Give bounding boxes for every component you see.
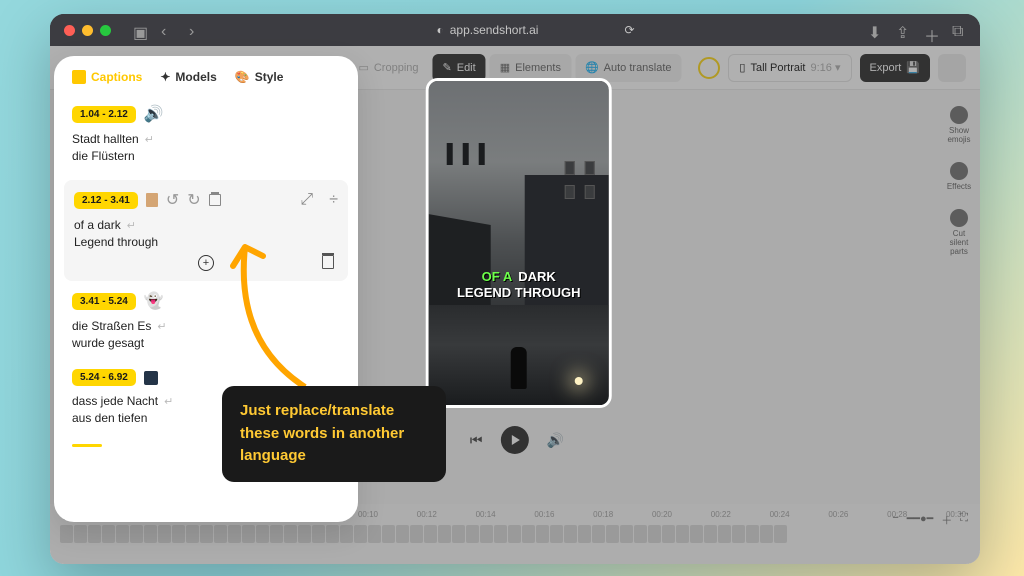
reload-icon[interactable]: ⟳ [624, 23, 634, 37]
window-controls [64, 25, 111, 36]
enter-icon: ↵ [164, 395, 173, 408]
accent-bar [72, 444, 102, 447]
zoom-in-icon[interactable]: ＋ [941, 512, 952, 528]
enter-icon: ↵ [127, 219, 136, 232]
shield-icon: ◐ [436, 23, 443, 37]
volume-icon[interactable]: 🔊 [546, 432, 563, 449]
emoji-icon: 👻 [144, 291, 164, 311]
nav-back-icon[interactable]: ‹ [161, 23, 175, 37]
thumb-icon [144, 371, 158, 385]
caption-overlay: OF ADARK LEGEND THROUGH [429, 269, 609, 300]
tab-models[interactable]: ✦Models [160, 70, 216, 84]
zoom-slider[interactable]: ━━●━ [907, 512, 934, 528]
enter-icon: ↵ [157, 320, 166, 333]
maximize-window[interactable] [100, 25, 111, 36]
tab-captions[interactable]: Captions [72, 70, 142, 84]
app-root: ‹ Back ▭Cropping ✎Edit ▦Elements 🌐Auto t… [50, 46, 980, 564]
new-tab-icon[interactable]: ＋ [924, 23, 938, 37]
play-button[interactable] [500, 426, 528, 454]
fit-icon[interactable]: ⛶ [960, 512, 968, 528]
caption-block[interactable]: 1.04 - 2.12 🔊 Stadt hallten↵ die Flüstern [54, 98, 358, 176]
download-icon[interactable]: ⬇ [868, 23, 882, 37]
url-text: app.sendshort.ai [450, 23, 539, 37]
prev-icon[interactable]: ⏮ [470, 432, 483, 449]
delete-block-icon[interactable] [322, 255, 334, 269]
browser-window: ▣ ‹ › ◐ app.sendshort.ai ⟳ ⬇ ⇪ ＋ ⧉ ‹ Bac… [50, 14, 980, 564]
zoom-out-icon[interactable]: − [892, 512, 898, 528]
timestamp-pill: 1.04 - 2.12 [72, 106, 136, 123]
add-caption-button[interactable]: + [198, 255, 214, 271]
enter-icon: ↵ [145, 133, 154, 146]
effects-tool[interactable]: Effects [946, 162, 972, 191]
preview-scene: OF ADARK LEGEND THROUGH [429, 81, 609, 405]
clipboard-icon[interactable] [146, 193, 158, 207]
caption-line[interactable]: wurde gesagt [72, 336, 340, 350]
side-tools: Show emojis Effects Cut silent parts [946, 106, 972, 256]
caption-line[interactable]: die Straßen Es↵ [72, 319, 340, 333]
caption-line[interactable]: die Flüstern [72, 149, 340, 163]
tab-style[interactable]: 🎨Style [235, 70, 284, 84]
timestamp-pill: 3.41 - 5.24 [72, 293, 136, 310]
caption-line[interactable]: of a dark↵ [74, 218, 338, 232]
video-preview[interactable]: OF ADARK LEGEND THROUGH [426, 78, 612, 408]
nav-forward-icon[interactable]: › [189, 23, 203, 37]
avatar[interactable] [938, 54, 966, 82]
move-icon[interactable]: ⤢ [300, 191, 313, 209]
palette-icon: 🎨 [235, 70, 250, 84]
show-emojis-tool[interactable]: Show emojis [946, 106, 972, 144]
timestamp-pill: 5.24 - 6.92 [72, 369, 136, 386]
playback-controls: ⏮ 🔊 [470, 426, 564, 454]
emoji-icon: 🔊 [144, 104, 164, 124]
caption-block[interactable]: 3.41 - 5.24 👻 die Straßen Es↵ wurde gesag… [54, 285, 358, 363]
tabs-icon[interactable]: ⧉ [952, 23, 966, 37]
caption-line[interactable]: Stadt hallten↵ [72, 132, 340, 146]
close-window[interactable] [64, 25, 75, 36]
split-icon[interactable]: ÷ [329, 191, 338, 209]
timestamp-pill: 2.12 - 3.41 [74, 192, 138, 209]
export-button[interactable]: Export💾 [860, 54, 931, 82]
caption-line[interactable]: Legend through [74, 235, 338, 249]
cropping-button[interactable]: ▭Cropping [348, 54, 428, 82]
minimize-window[interactable] [82, 25, 93, 36]
redo-icon[interactable]: ↻ [187, 190, 200, 210]
timeline-clips [60, 525, 970, 543]
sidebar-icon[interactable]: ▣ [133, 23, 147, 37]
cut-silent-tool[interactable]: Cut silent parts [946, 209, 972, 256]
undo-icon[interactable]: ↺ [166, 190, 179, 210]
share-icon[interactable]: ⇪ [896, 23, 910, 37]
annotation-callout: Just replace/translate these words in an… [222, 386, 446, 482]
orientation-select[interactable]: ▯Tall Portrait9:16 ▾ [728, 54, 851, 82]
titlebar: ▣ ‹ › ◐ app.sendshort.ai ⟳ ⬇ ⇪ ＋ ⧉ [50, 14, 980, 46]
status-indicator [698, 57, 720, 79]
sparkle-icon: ✦ [160, 70, 170, 84]
url-bar[interactable]: ◐ app.sendshort.ai ⟳ [213, 23, 858, 37]
trash-icon[interactable] [209, 194, 221, 206]
caption-block-selected[interactable]: 2.12 - 3.41 ↺ ↻ ⤢ ÷ of a dark↵ Legend th… [64, 180, 348, 281]
